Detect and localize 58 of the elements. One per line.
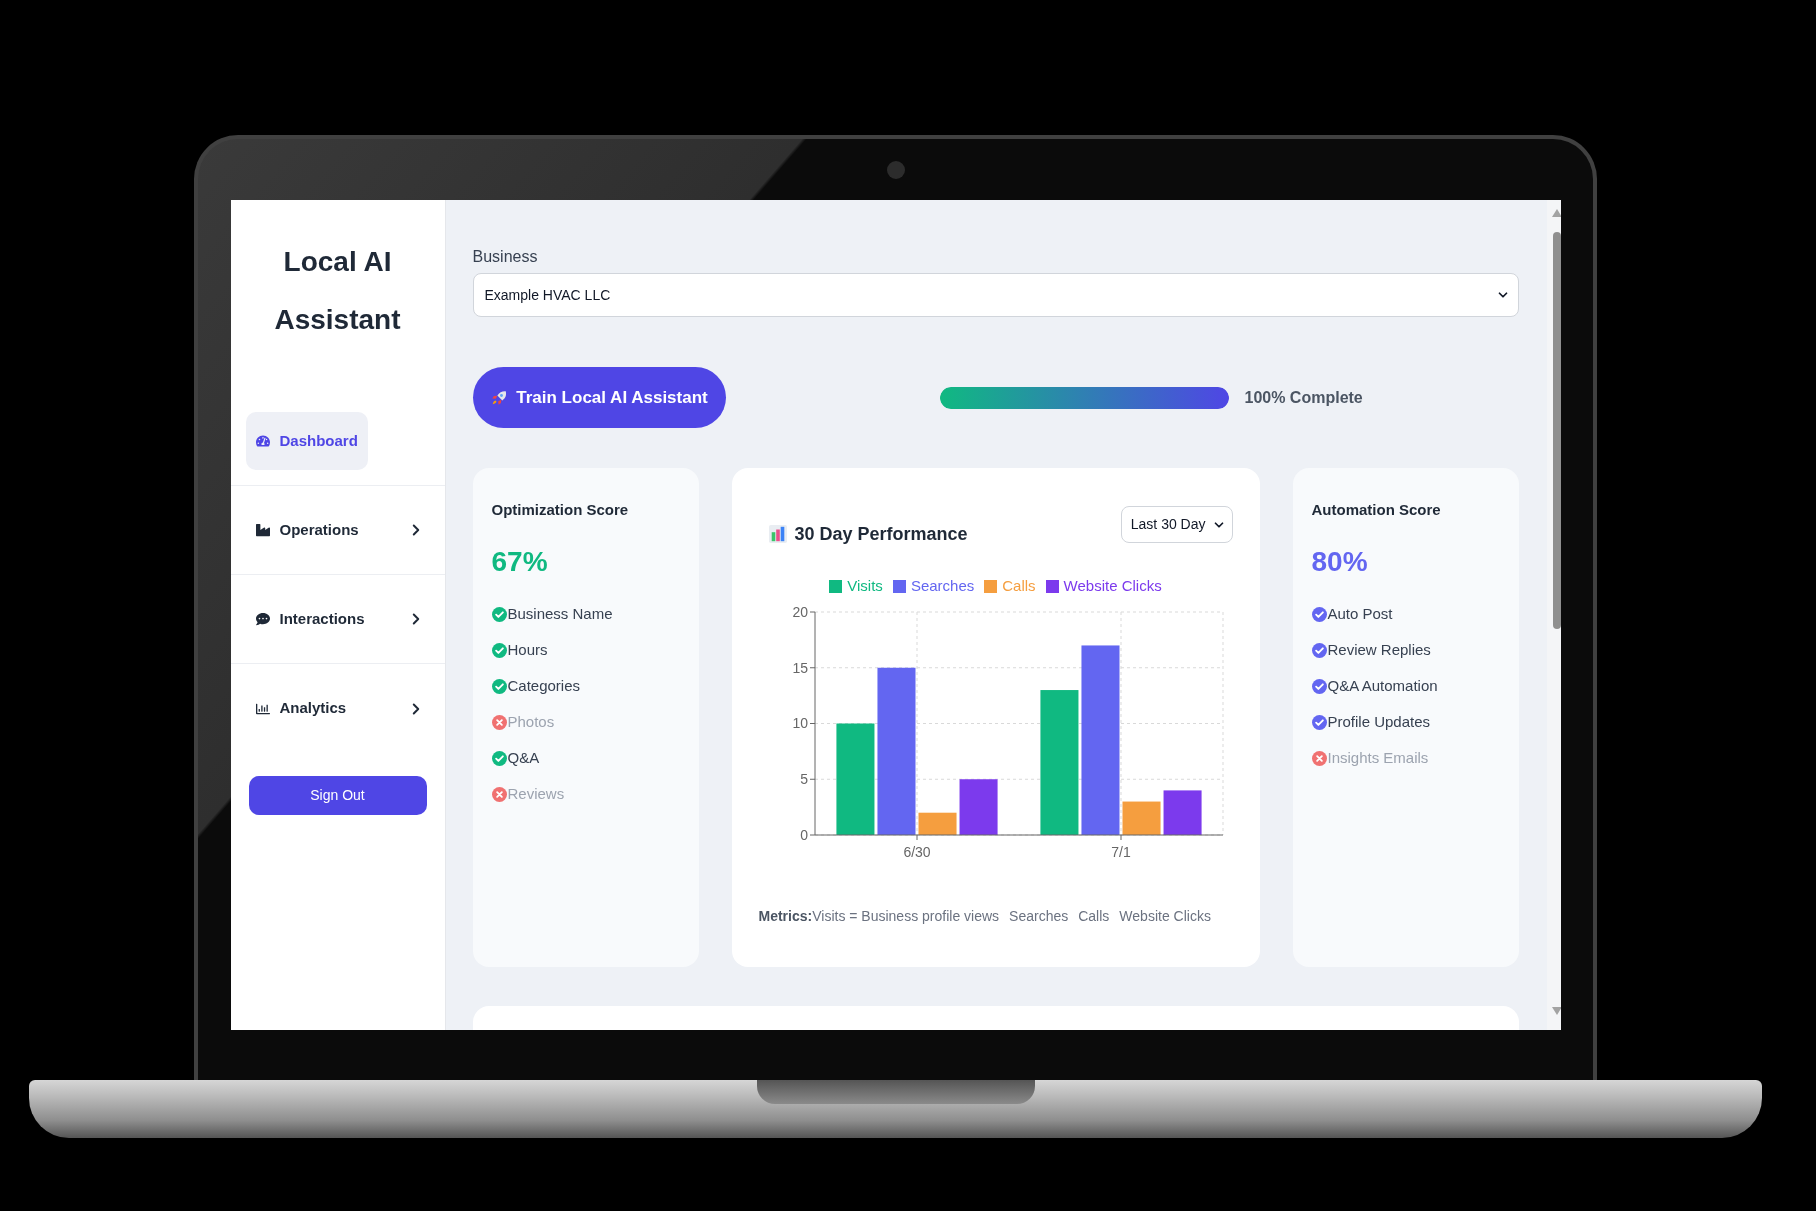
legend-label: Calls <box>1002 576 1036 596</box>
x-axis-label: 7/1 <box>1110 844 1131 860</box>
nav-item[interactable]: Dashboard <box>245 412 368 470</box>
y-axis-label: 15 <box>791 659 808 676</box>
legend-label: Visits <box>847 576 883 596</box>
y-axis-label: 0 <box>799 826 808 843</box>
factory-icon <box>255 523 270 537</box>
x-axis-label: 6/30 <box>902 844 931 860</box>
nav-item[interactable]: Interactions <box>230 590 445 648</box>
score-value: 80% <box>1311 545 1368 579</box>
bar-chart-icon <box>255 701 270 716</box>
rocket-icon <box>490 388 509 407</box>
nav-item[interactable]: Analytics <box>230 679 445 738</box>
metrics-item: Searches <box>1009 907 1069 925</box>
score-value: 67% <box>491 545 548 579</box>
scroll-down-icon[interactable] <box>1551 1007 1561 1015</box>
y-axis-label: 5 <box>799 771 808 788</box>
checklist-item: Review Replies <box>1327 640 1431 660</box>
camera-icon <box>886 161 905 179</box>
scrollbar-thumb[interactable] <box>1552 232 1561 629</box>
metrics-item: Visits = Business profile views <box>812 907 1000 925</box>
y-axis-label: 10 <box>791 715 808 732</box>
sign-out-button[interactable]: Sign Out <box>248 776 427 815</box>
metrics-item: Website Clicks <box>1119 907 1211 925</box>
app-title: Local AI Assistant <box>273 245 402 337</box>
card-title: Optimization Score <box>491 500 629 520</box>
chart-bar <box>959 779 998 835</box>
checklist-item: Categories <box>507 676 581 696</box>
nav-item[interactable]: Operations <box>230 501 445 559</box>
checklist-item: Profile Updates <box>1327 712 1431 732</box>
card-title: Automation Score <box>1311 500 1441 520</box>
business-select[interactable]: Example HVAC LLC <box>472 273 1519 317</box>
progress-label: 100% Complete <box>1244 387 1363 408</box>
scroll-up-icon[interactable] <box>1551 209 1561 217</box>
checklist-item: Q&A Automation <box>1327 676 1438 696</box>
speech-bubble-icon <box>255 612 270 626</box>
checklist-item: Q&A <box>507 748 540 768</box>
gauge-icon <box>255 434 270 448</box>
legend-label: Website Clicks <box>1063 576 1162 596</box>
bar-chart-icon <box>768 525 787 543</box>
checklist-item: Hours <box>507 640 548 660</box>
checklist-item: Business Name <box>507 604 613 624</box>
scrollbar[interactable] <box>1546 200 1561 1030</box>
checklist-item: Photos <box>507 712 555 732</box>
metrics-item: Calls <box>1078 907 1110 925</box>
range-select[interactable]: Last 30 Day <box>1120 506 1233 543</box>
metrics-label: Metrics: <box>758 907 813 925</box>
chart-bar <box>1163 790 1202 835</box>
legend-label: Searches <box>910 576 975 596</box>
card-title: 30 Day Performance <box>794 523 968 546</box>
checklist-item: Reviews <box>507 784 565 804</box>
train-button[interactable]: Train Local AI Assistant <box>472 367 726 428</box>
chart-bar <box>918 812 957 835</box>
chart-bar <box>1122 801 1161 835</box>
checklist-item: Insights Emails <box>1327 748 1429 768</box>
checklist-item: Auto Post <box>1327 604 1393 624</box>
field-label: Business <box>472 247 538 267</box>
y-axis-label: 20 <box>791 603 808 620</box>
